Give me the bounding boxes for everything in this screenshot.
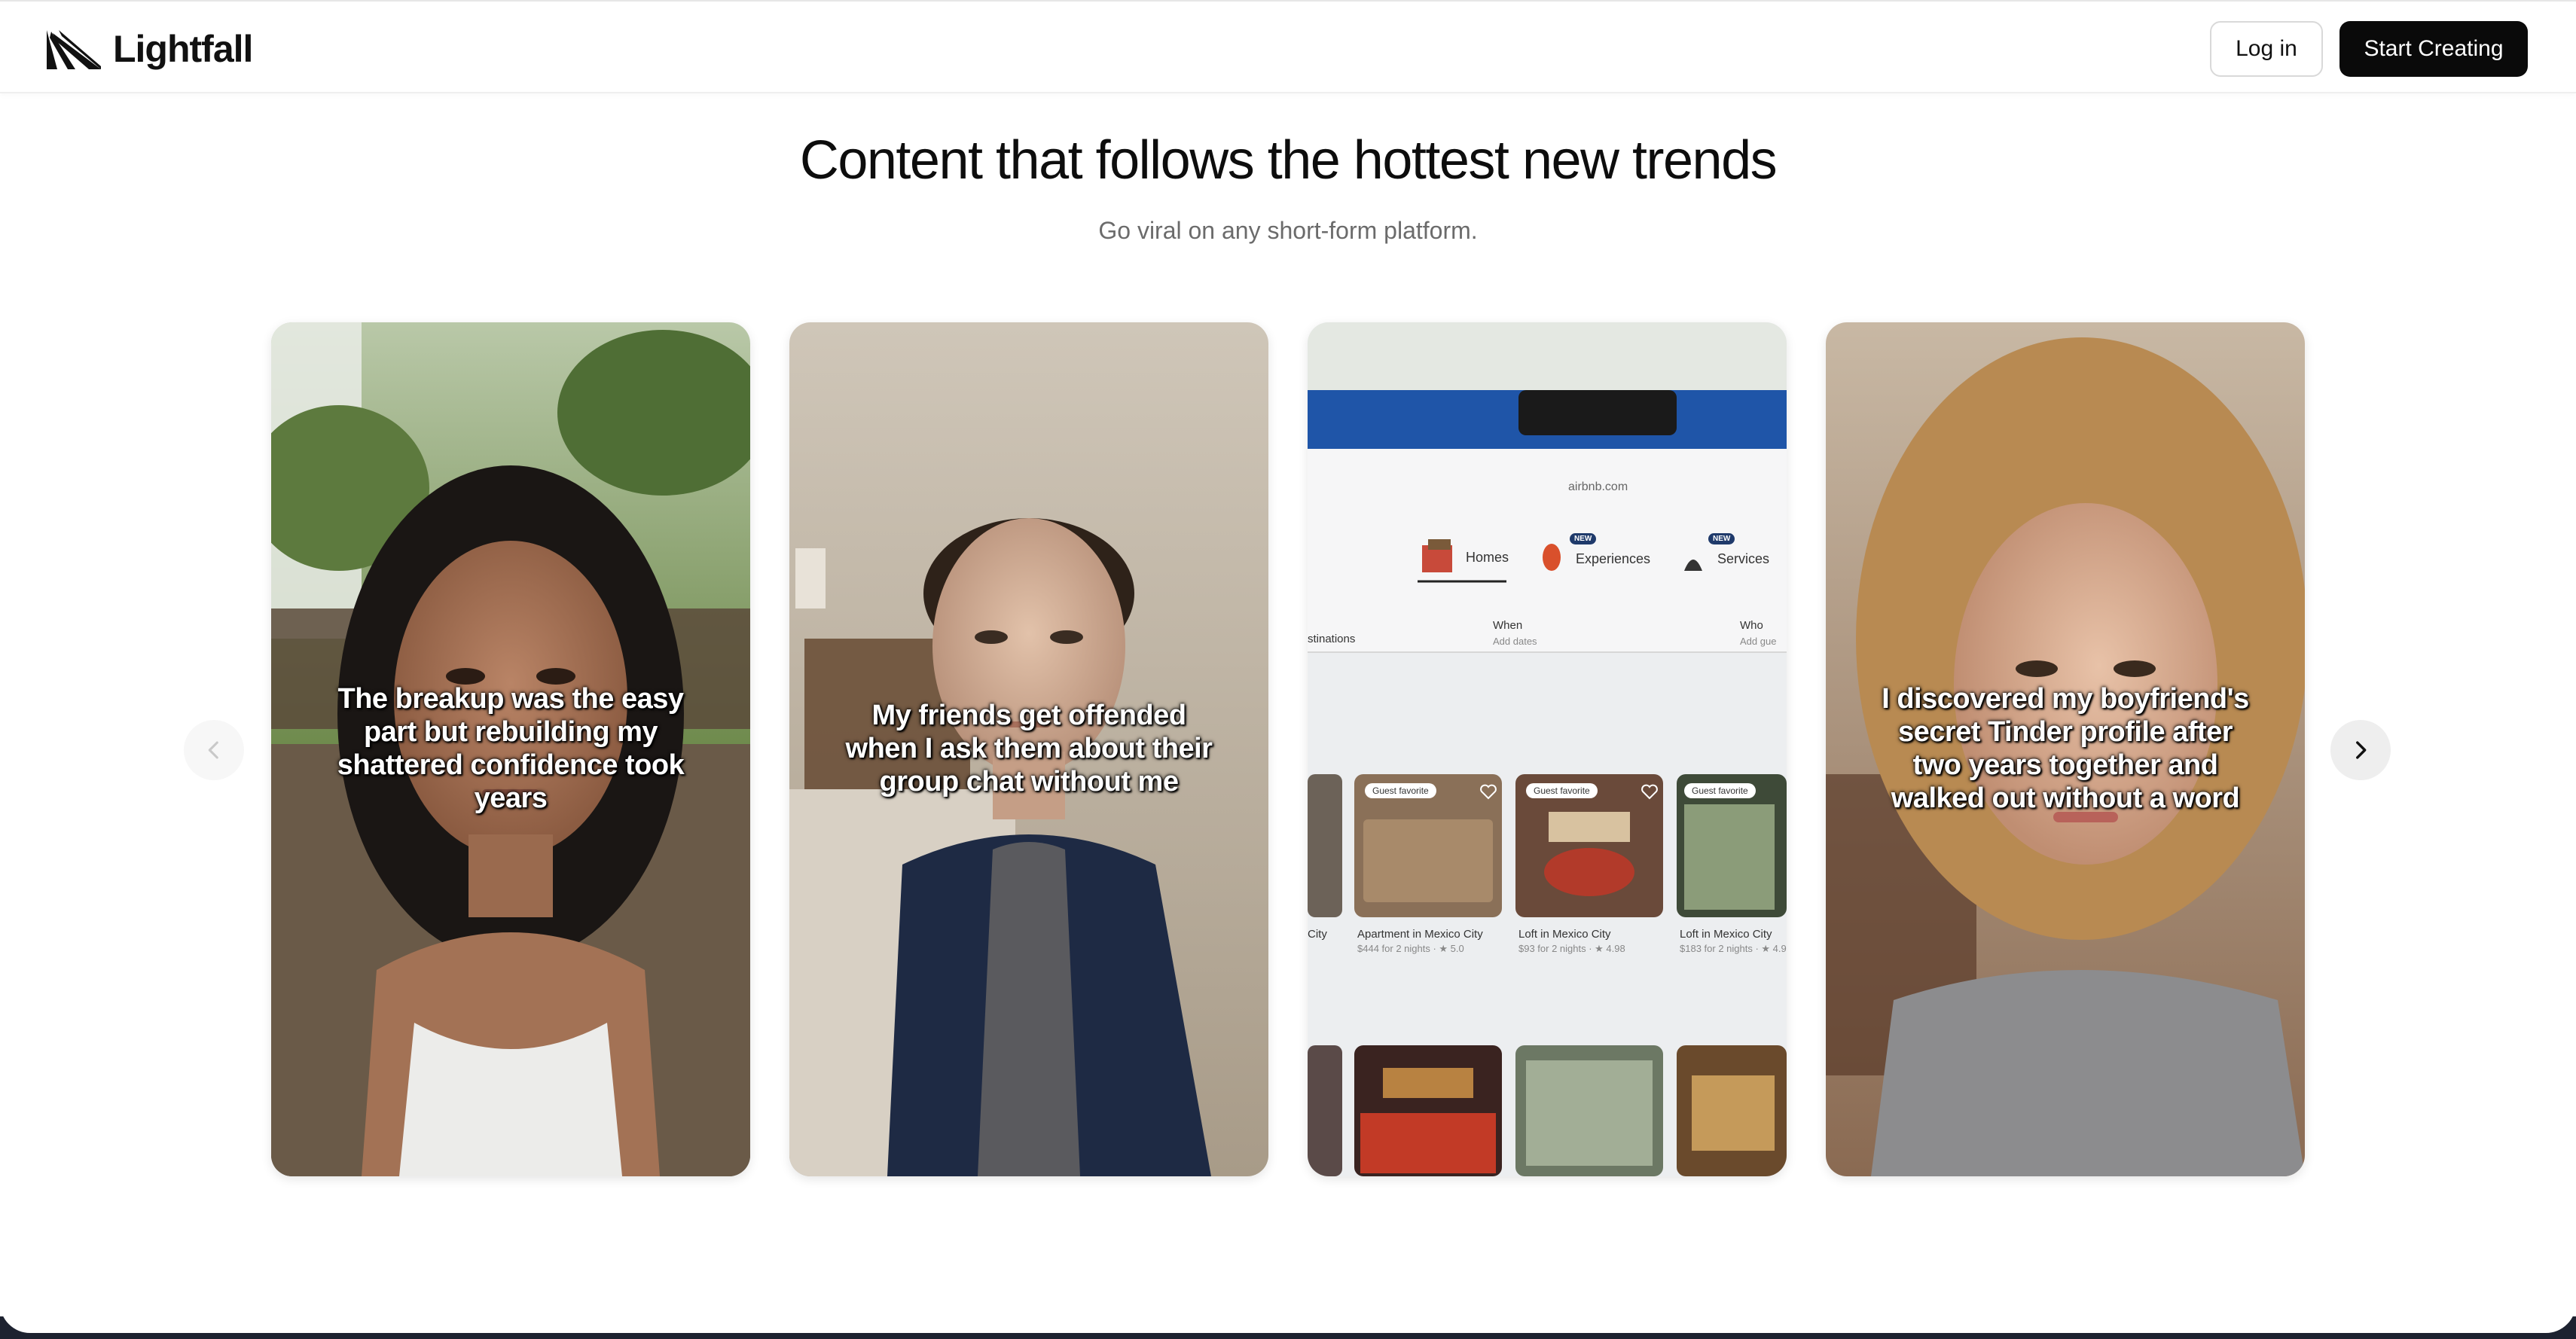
page: Lightfall Log in Start Creating Content … bbox=[0, 0, 2576, 1339]
listing-title: Loft in Mexico City bbox=[1680, 928, 1772, 941]
listing-title: Apartment in Mexico City bbox=[1357, 928, 1483, 941]
brand-name: Lightfall bbox=[113, 28, 253, 70]
video-caption: I discovered my boyfriend's secret Tinde… bbox=[1882, 683, 2249, 814]
video-card[interactable]: I discovered my boyfriend's secret Tinde… bbox=[1826, 322, 2305, 1176]
video-caption: The breakup was the easy part but rebuil… bbox=[337, 683, 685, 814]
listing-title: Loft in Mexico City bbox=[1518, 928, 1611, 941]
listing-price: $444 for 2 nights · ★ 5.0 bbox=[1357, 943, 1464, 954]
video-card[interactable]: The breakup was the easy part but rebuil… bbox=[271, 322, 750, 1176]
video-caption: My friends get offended when I ask them … bbox=[845, 700, 1213, 798]
video-thumbnail bbox=[1308, 322, 1787, 1176]
video-card[interactable]: My friends get offended when I ask them … bbox=[789, 322, 1268, 1176]
video-card[interactable]: airbnb.com Homes NEW Experiences NEW Ser… bbox=[1308, 322, 1787, 1176]
search-where-label: stinations bbox=[1308, 633, 1356, 645]
carousel-prev-button[interactable] bbox=[184, 720, 244, 780]
airbnb-tab-services: Services bbox=[1717, 551, 1770, 566]
search-who-label: Who bbox=[1740, 619, 1763, 632]
lightfall-logo-icon bbox=[47, 30, 101, 69]
section-title: Content that follows the hottest new tre… bbox=[799, 130, 1778, 191]
listing-price: $183 for 2 nights · ★ 4.9 bbox=[1680, 943, 1787, 954]
log-in-button[interactable]: Log in bbox=[2210, 21, 2323, 77]
brand-logo[interactable]: Lightfall bbox=[45, 27, 253, 71]
top-navigation-bar: Lightfall Log in Start Creating bbox=[0, 0, 2576, 93]
search-when-label: When bbox=[1493, 619, 1523, 632]
page-surface bbox=[0, 1288, 2576, 1333]
new-badge: NEW bbox=[1570, 533, 1597, 544]
guest-favorite-badge: Guest favorite bbox=[1526, 783, 1598, 798]
section-subtitle: Go viral on any short-form platform. bbox=[1098, 217, 1478, 244]
heart-icon bbox=[1641, 784, 1658, 800]
guest-favorite-badge: Guest favorite bbox=[1684, 783, 1756, 798]
search-when-value: Add dates bbox=[1493, 636, 1537, 647]
heart-icon bbox=[1480, 784, 1497, 800]
carousel-next-button[interactable] bbox=[2330, 720, 2391, 780]
new-badge: NEW bbox=[1708, 533, 1735, 544]
guest-favorite-badge: Guest favorite bbox=[1365, 783, 1436, 798]
chevron-left-icon bbox=[208, 741, 218, 759]
airbnb-tab-homes: Homes bbox=[1466, 550, 1509, 565]
chevron-right-icon bbox=[2356, 741, 2367, 759]
listing-price: $93 for 2 nights · ★ 4.98 bbox=[1518, 943, 1625, 954]
browser-url: airbnb.com bbox=[1568, 480, 1628, 493]
listing-title: City bbox=[1308, 928, 1327, 941]
search-who-value: Add gue bbox=[1740, 636, 1777, 647]
airbnb-tab-experiences: Experiences bbox=[1576, 551, 1651, 566]
start-creating-button[interactable]: Start Creating bbox=[2339, 21, 2528, 77]
